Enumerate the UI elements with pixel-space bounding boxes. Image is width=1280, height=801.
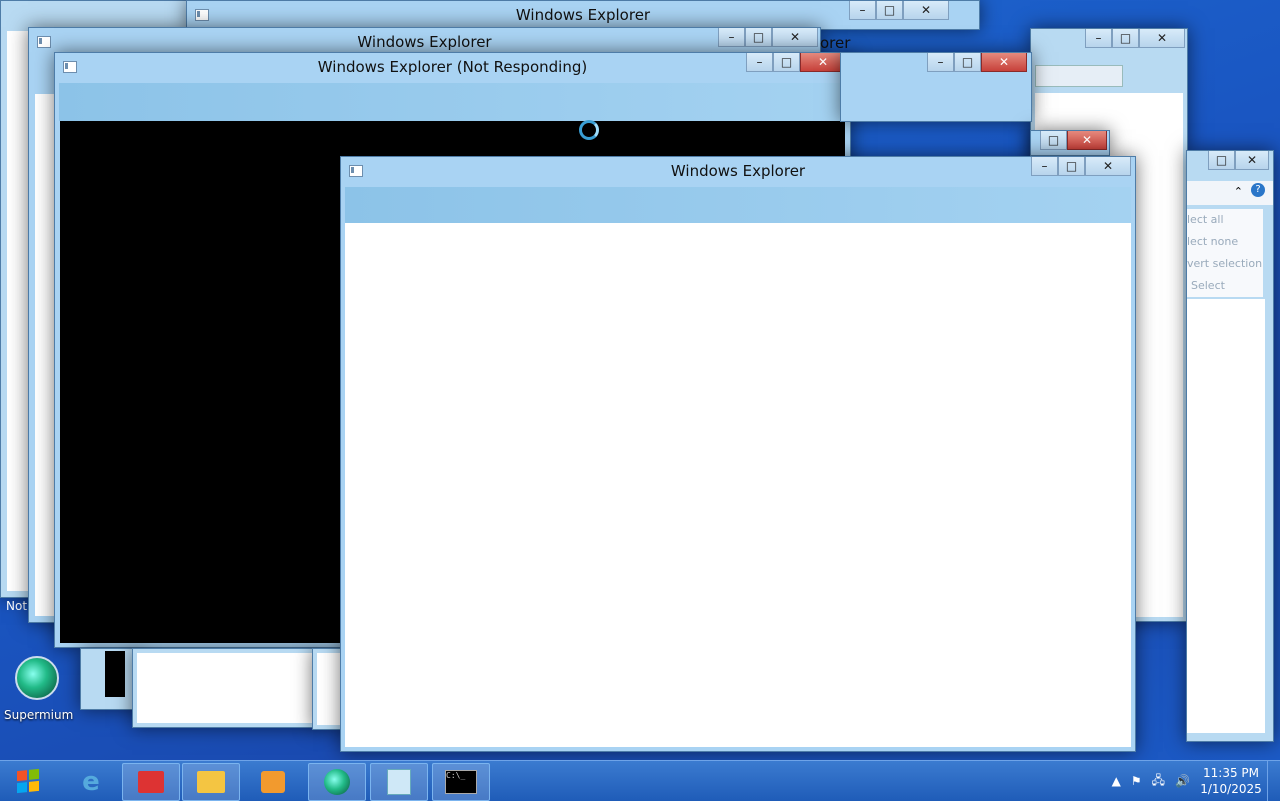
file-explorer-icon bbox=[197, 771, 225, 793]
supermium-globe-icon bbox=[15, 656, 59, 700]
select-all-item[interactable]: lect all bbox=[1187, 209, 1263, 231]
taskbar-ie-button[interactable]: e bbox=[62, 763, 120, 801]
ribbon-area bbox=[59, 83, 846, 121]
action-center-flag-icon[interactable]: ⚑ bbox=[1131, 774, 1142, 788]
maximize-button[interactable]: □ bbox=[773, 53, 800, 72]
window-title: Windows Explorer bbox=[357, 33, 492, 51]
explorer-window-mini[interactable]: □ ✕ bbox=[1030, 130, 1110, 156]
gift-icon bbox=[138, 771, 164, 793]
taskbar-cmd-button[interactable]: C:\_ bbox=[432, 763, 490, 801]
clock-time: 11:35 PM bbox=[1203, 766, 1259, 780]
maximize-button[interactable]: □ bbox=[954, 53, 981, 72]
taskbar-media-button[interactable] bbox=[244, 763, 302, 801]
window-title: Windows Explorer bbox=[670, 162, 806, 180]
volume-icon[interactable]: 🔊 bbox=[1175, 774, 1190, 788]
maximize-button[interactable]: □ bbox=[745, 28, 772, 47]
explorer-window-far-right: □ ✕ ⌃ ? lect all lect none vert selectio… bbox=[1186, 150, 1274, 742]
window-title: Windows Explorer (Not Responding) bbox=[317, 58, 588, 76]
close-button[interactable]: ✕ bbox=[1139, 29, 1185, 48]
ghost-window-1 bbox=[80, 648, 140, 710]
clock-date: 1/10/2025 bbox=[1200, 782, 1262, 796]
show-hidden-icons-icon[interactable]: ▲ bbox=[1112, 774, 1121, 788]
explorer-window-front[interactable]: Windows Explorer – □ ✕ bbox=[340, 156, 1136, 752]
close-button[interactable]: ✕ bbox=[903, 1, 949, 20]
taskbar: e C:\_ ▲ ⚑ 🖧 🔊 11:35 PM 1/10/2025 bbox=[0, 760, 1280, 801]
notepad-icon bbox=[387, 769, 411, 795]
select-item[interactable]: Select bbox=[1187, 275, 1263, 297]
left-edge-text: Not bbox=[6, 599, 28, 613]
start-button[interactable] bbox=[4, 765, 52, 797]
taskbar-app-button-1[interactable] bbox=[122, 763, 180, 801]
maximize-button[interactable]: □ bbox=[1208, 151, 1235, 170]
maximize-button[interactable]: □ bbox=[876, 1, 903, 20]
selection-menu: lect all lect none vert selection Select bbox=[1187, 209, 1263, 297]
show-desktop-button[interactable] bbox=[1267, 761, 1280, 801]
explorer-window-back-2[interactable]: Windows Explorer – □ ✕ bbox=[186, 0, 980, 30]
internet-explorer-icon: e bbox=[82, 767, 100, 797]
minimize-button[interactable]: – bbox=[849, 1, 876, 20]
minimize-button[interactable]: – bbox=[927, 53, 954, 72]
invert-selection-item[interactable]: vert selection bbox=[1187, 253, 1263, 275]
maximize-button[interactable]: □ bbox=[1040, 131, 1067, 150]
command-prompt-icon: C:\_ bbox=[445, 770, 477, 794]
maximize-button[interactable]: □ bbox=[1058, 157, 1085, 176]
select-none-item[interactable]: lect none bbox=[1187, 231, 1263, 253]
maximize-button[interactable]: □ bbox=[1112, 29, 1139, 48]
desktop-icon-label: Supermium bbox=[4, 708, 74, 722]
desktop-shortcut-supermium[interactable]: Supermium bbox=[4, 656, 74, 722]
explorer-window-mid[interactable]: – □ ✕ bbox=[840, 52, 1032, 122]
close-button[interactable]: ✕ bbox=[772, 28, 818, 47]
close-button[interactable]: ✕ bbox=[1235, 151, 1269, 170]
supermium-icon bbox=[324, 769, 350, 795]
system-tray: ▲ ⚑ 🖧 🔊 11:35 PM 1/10/2025 bbox=[1107, 761, 1280, 801]
content-area[interactable] bbox=[345, 223, 1131, 747]
media-player-icon bbox=[261, 771, 285, 793]
windows-start-icon bbox=[17, 768, 39, 794]
help-icon[interactable]: ? bbox=[1251, 183, 1265, 197]
close-button[interactable]: ✕ bbox=[1085, 157, 1131, 176]
minimize-button[interactable]: – bbox=[718, 28, 745, 47]
network-icon[interactable]: 🖧 bbox=[1152, 771, 1165, 792]
taskbar-supermium-button[interactable] bbox=[308, 763, 366, 801]
minimize-button[interactable]: – bbox=[746, 53, 773, 72]
system-menu-icon[interactable] bbox=[195, 9, 209, 21]
close-button[interactable]: ✕ bbox=[1067, 131, 1107, 150]
close-button[interactable]: ✕ bbox=[981, 53, 1027, 72]
minimize-button[interactable]: – bbox=[1085, 29, 1112, 48]
busy-cursor-icon bbox=[579, 120, 599, 140]
minimize-button[interactable]: – bbox=[1031, 157, 1058, 176]
ribbon-area bbox=[345, 187, 1131, 225]
ribbon-collapse-icon[interactable]: ⌃ bbox=[1234, 185, 1243, 198]
partial-title-fragment: orer bbox=[820, 34, 851, 52]
ghost-window-2 bbox=[132, 648, 318, 728]
clock[interactable]: 11:35 PM 1/10/2025 bbox=[1195, 765, 1267, 797]
taskbar-notepad-button[interactable] bbox=[370, 763, 428, 801]
taskbar-explorer-button[interactable] bbox=[182, 763, 240, 801]
